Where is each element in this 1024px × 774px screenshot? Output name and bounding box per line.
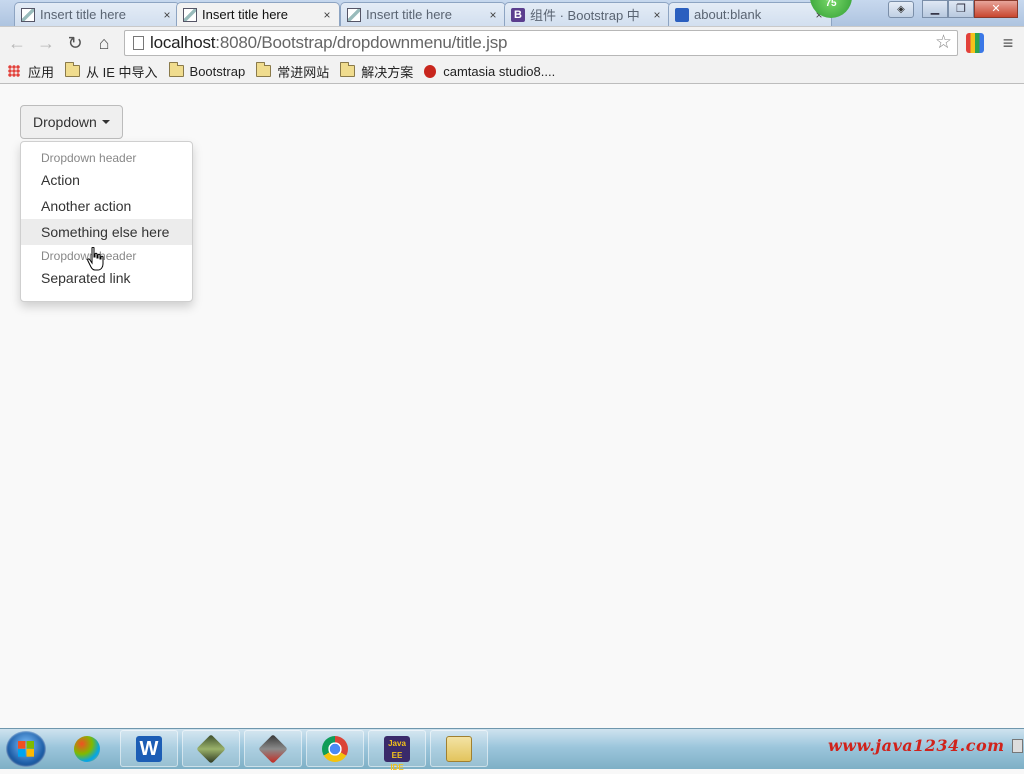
camtasia-icon [424, 64, 437, 78]
taskbar-word-icon[interactable]: W [120, 730, 178, 767]
dropdown-menu: Dropdown header Action Another action So… [20, 141, 193, 302]
bookmark-camtasia[interactable]: camtasia studio8.... [424, 64, 555, 79]
menu-item-something-else[interactable]: Something else here [21, 219, 192, 245]
maximize-icon[interactable]: ❐ [948, 0, 974, 18]
bookmark-apps[interactable]: 应用 [8, 62, 54, 81]
window-controls: ▁ ❐ ✕ [922, 0, 1018, 18]
tab-strip: Insert title here × Insert title here × … [0, 0, 1024, 26]
home-icon[interactable]: ⌂ [92, 31, 116, 55]
close-icon[interactable]: × [651, 8, 663, 22]
caret-down-icon [101, 120, 110, 124]
dropdown-button[interactable]: Dropdown [20, 105, 123, 139]
close-icon[interactable]: × [161, 8, 173, 22]
bookmark-frequent-sites[interactable]: 常进网站 [256, 62, 329, 81]
extension-icon[interactable] [966, 33, 984, 53]
watermark: www.java1234.com [828, 736, 1005, 755]
dropdown-header: Dropdown header [41, 249, 137, 263]
forward-icon[interactable]: → [34, 31, 58, 55]
menu-item-separated-link[interactable]: Separated link [21, 265, 192, 291]
bookmark-star-icon[interactable]: ☆ [935, 31, 952, 55]
bookmarks-bar: 应用 从 IE 中导入 Bootstrap 常进网站 解决方案 camtasia… [0, 59, 1024, 84]
tab-title: Insert title here [202, 7, 288, 22]
tab-insert-title-2[interactable]: Insert title here × [176, 2, 340, 26]
taskbar-camtasia-icon[interactable] [244, 730, 302, 767]
tab-title: Insert title here [366, 7, 452, 22]
apps-icon [8, 65, 20, 77]
taskbar: W Java EE IDE www.java1234.com [0, 728, 1024, 772]
menu-icon[interactable]: ≡ [998, 32, 1018, 54]
page-icon [347, 7, 361, 22]
bookmark-import-ie[interactable]: 从 IE 中导入 [65, 62, 158, 81]
back-icon[interactable]: ← [5, 31, 29, 55]
tab-bootstrap[interactable]: B 组件 · Bootstrap 中 × [504, 2, 670, 26]
tab-insert-title-1[interactable]: Insert title here × [14, 2, 180, 26]
address-text[interactable]: localhost:8080/Bootstrap/dropdownmenu/ti… [150, 33, 507, 53]
show-desktop-icon[interactable] [1012, 739, 1023, 753]
user-profile-icon[interactable]: ◈ [888, 1, 914, 18]
folder-icon [65, 62, 81, 77]
menu-item-action[interactable]: Action [21, 167, 192, 193]
tab-title: about:blank [694, 7, 762, 22]
taskbar-chrome-icon[interactable] [306, 730, 364, 767]
close-icon[interactable]: × [321, 8, 333, 22]
minimize-icon[interactable]: ▁ [922, 0, 948, 18]
page-icon [183, 7, 197, 22]
menu-item-another-action[interactable]: Another action [21, 193, 192, 219]
tab-title: 组件 · Bootstrap 中 [530, 8, 640, 23]
taskbar-folder-icon[interactable] [430, 730, 488, 767]
folder-icon [340, 62, 356, 77]
dropdown-button-label: Dropdown [33, 114, 97, 130]
window-close-icon[interactable]: ✕ [974, 0, 1018, 18]
page-content: Dropdown Dropdown header Action Another … [0, 84, 1024, 728]
tab-insert-title-3[interactable]: Insert title here × [340, 2, 506, 26]
folder-icon [168, 62, 184, 77]
tab-title: Insert title here [40, 7, 126, 22]
bookmark-solutions[interactable]: 解决方案 [340, 62, 413, 81]
taskbar-explorer-icon[interactable] [58, 730, 116, 767]
address-bar[interactable]: localhost:8080/Bootstrap/dropdownmenu/ti… [124, 30, 958, 56]
folder-icon [256, 62, 272, 77]
hand-cursor-icon [87, 247, 104, 271]
dropdown-header: Dropdown header [41, 151, 137, 165]
reload-icon[interactable]: ↻ [63, 31, 87, 55]
taskbar-java-ee-ide-icon[interactable]: Java EE IDE [368, 730, 426, 772]
tab-about-blank[interactable]: about:blank × [668, 2, 832, 26]
browser-toolbar: ← → ↻ ⌂ localhost:8080/Bootstrap/dropdow… [0, 26, 1024, 60]
bootstrap-icon: B [511, 7, 525, 22]
bookmark-bootstrap[interactable]: Bootstrap [168, 62, 245, 79]
close-icon[interactable]: × [487, 8, 499, 22]
page-icon [21, 7, 35, 22]
taskbar-app-icon[interactable] [182, 730, 240, 767]
windows-start-icon[interactable] [6, 731, 46, 767]
paw-icon [675, 7, 689, 22]
page-icon [133, 36, 144, 50]
